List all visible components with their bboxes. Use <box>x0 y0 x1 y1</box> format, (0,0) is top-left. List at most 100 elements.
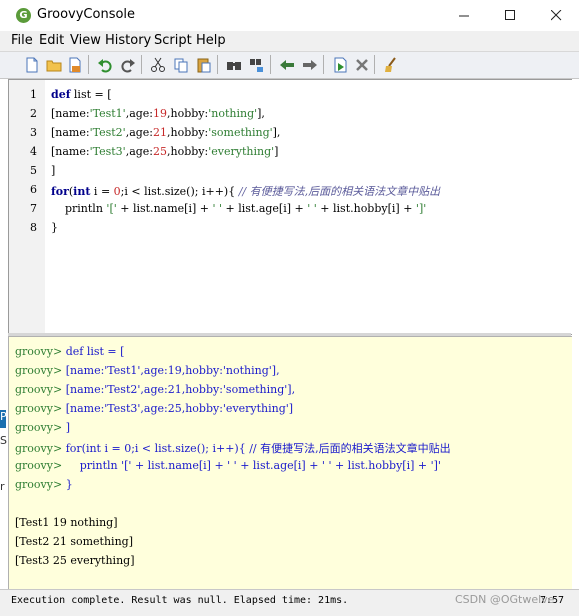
output-echo-line: groovy> ] <box>15 421 70 434</box>
code-token: // 有便捷写法,后面的相关语法文章中贴出 <box>238 185 441 198</box>
menu-help[interactable]: Help <box>196 33 226 48</box>
groovy-console-window: G GroovyConsole File Edit View History S… <box>0 0 579 616</box>
output-echo-line: groovy> def list = [ <box>15 345 124 358</box>
code-token: ' ' <box>212 202 223 215</box>
code-token: ;i < list.size(); i++){ <box>120 185 239 198</box>
code-token: ,hobby: <box>167 145 209 158</box>
code-token: 0 <box>113 185 121 198</box>
code-line: [name:'Test3',age:25,hobby:'everything'] <box>51 145 278 158</box>
code-token: int <box>73 185 91 198</box>
code-token: list = [ <box>70 88 112 101</box>
menu-script[interactable]: Script <box>154 33 192 48</box>
next-history-icon[interactable] <box>300 55 319 74</box>
new-file-icon[interactable] <box>22 55 41 74</box>
code-token: [name: <box>51 145 90 158</box>
output-prompt: groovy> <box>15 478 63 491</box>
code-token: println <box>51 202 107 215</box>
undo-icon[interactable] <box>95 55 114 74</box>
output-echo-text: } <box>65 478 73 491</box>
code-token: ], <box>257 107 265 120</box>
code-token: 'something' <box>208 126 273 139</box>
output-echo-text: ] <box>65 421 70 434</box>
menu-view[interactable]: View <box>70 33 101 48</box>
code-token: + list.hobby[i] + <box>316 202 416 215</box>
code-token: 21 <box>153 126 168 139</box>
find-icon[interactable] <box>224 55 243 74</box>
code-token: for <box>51 185 69 198</box>
menu-file[interactable]: File <box>11 33 33 48</box>
output-echo-line: groovy> [name:'Test2',age:21,hobby:'some… <box>15 383 295 396</box>
title-bar[interactable]: G GroovyConsole <box>0 0 579 31</box>
code-token: [name: <box>51 126 90 139</box>
code-line: for(int i = 0;i < list.size(); i++){ // … <box>51 183 440 199</box>
code-token: ,hobby: <box>167 107 209 120</box>
output-prompt: groovy> <box>15 459 63 472</box>
line-number: 6 <box>30 183 37 196</box>
paste-icon[interactable] <box>194 55 213 74</box>
run-script-icon[interactable] <box>330 55 349 74</box>
interrupt-icon[interactable] <box>352 55 371 74</box>
output-result-line: [Test2 21 something] <box>15 535 133 548</box>
code-line: ] <box>51 164 55 177</box>
line-number: 2 <box>30 107 37 120</box>
output-pane[interactable]: groovy> def list = [ groovy> [name:'Test… <box>8 336 572 590</box>
minimize-button[interactable] <box>441 0 487 31</box>
redo-icon[interactable] <box>118 55 137 74</box>
output-echo-text: [name:'Test2',age:21,hobby:'something'], <box>65 383 296 396</box>
code-token: ,age: <box>125 145 154 158</box>
code-token: 'Test1' <box>89 107 126 120</box>
line-number: 5 <box>30 164 37 177</box>
output-echo-text: [name:'Test1',age:19,hobby:'nothing'], <box>65 364 280 377</box>
output-prompt: groovy> <box>15 421 63 434</box>
output-echo-line: groovy> [name:'Test3',age:25,hobby:'ever… <box>15 402 293 415</box>
maximize-button[interactable] <box>487 0 533 31</box>
status-message: Execution complete. Result was null. Ela… <box>11 595 349 606</box>
code-line: [name:'Test1',age:19,hobby:'nothing'], <box>51 107 265 120</box>
code-token: 'everything' <box>208 145 275 158</box>
code-token: [name: <box>51 107 90 120</box>
line-number: 4 <box>30 145 37 158</box>
open-folder-icon[interactable] <box>44 55 63 74</box>
code-token: ,hobby: <box>167 126 209 139</box>
output-echo-text: for(int i = 0;i < list.size(); i++){ // … <box>65 442 451 455</box>
background-window-fragment: P <box>0 410 7 428</box>
replace-icon[interactable] <box>247 55 266 74</box>
output-echo-line: groovy> } <box>15 478 73 491</box>
save-icon[interactable] <box>65 55 84 74</box>
output-result-line: [Test3 25 everything] <box>15 554 135 567</box>
code-token: 'Test3' <box>89 145 126 158</box>
script-editor[interactable]: 1 2 3 4 5 6 7 8 def list = [ [name:'Test… <box>8 79 572 335</box>
previous-history-icon[interactable] <box>277 55 296 74</box>
line-number: 1 <box>30 88 37 101</box>
code-token: ,age: <box>125 107 154 120</box>
code-token: 'Test2' <box>89 126 126 139</box>
groovy-logo-icon: G <box>16 8 31 23</box>
output-prompt: groovy> <box>15 442 63 455</box>
close-button[interactable] <box>533 0 579 31</box>
code-line: def list = [ <box>51 88 112 101</box>
code-token: ], <box>272 126 281 139</box>
code-token: + list.age[i] + <box>222 202 308 215</box>
clear-output-icon[interactable] <box>381 55 400 74</box>
output-echo-line: groovy> println '[' + list.name[i] + ' '… <box>15 459 441 472</box>
output-echo-text: println '[' + list.name[i] + ' ' + list.… <box>65 459 441 472</box>
toolbar <box>0 52 579 79</box>
code-token: } <box>51 221 58 234</box>
line-number: 3 <box>30 126 37 139</box>
menu-history[interactable]: History <box>105 33 151 48</box>
code-token: def <box>51 88 71 101</box>
output-prompt: groovy> <box>15 364 63 377</box>
code-line: [name:'Test2',age:21,hobby:'something'], <box>51 126 280 139</box>
line-number: 8 <box>30 221 37 234</box>
code-token: 19 <box>153 107 168 120</box>
output-echo-line: groovy> for(int i = 0;i < list.size(); i… <box>15 440 451 456</box>
code-token: i = <box>90 185 114 198</box>
menu-edit[interactable]: Edit <box>39 33 64 48</box>
copy-icon[interactable] <box>171 55 190 74</box>
cut-icon[interactable] <box>148 55 167 74</box>
output-result-line: [Test1 19 nothing] <box>15 516 118 529</box>
watermark: CSDN @OGtwelve <box>455 593 555 606</box>
code-token: ']' <box>415 202 427 215</box>
output-echo-text: def list = [ <box>65 345 125 358</box>
code-line: println '[' + list.name[i] + ' ' + list.… <box>51 202 426 215</box>
